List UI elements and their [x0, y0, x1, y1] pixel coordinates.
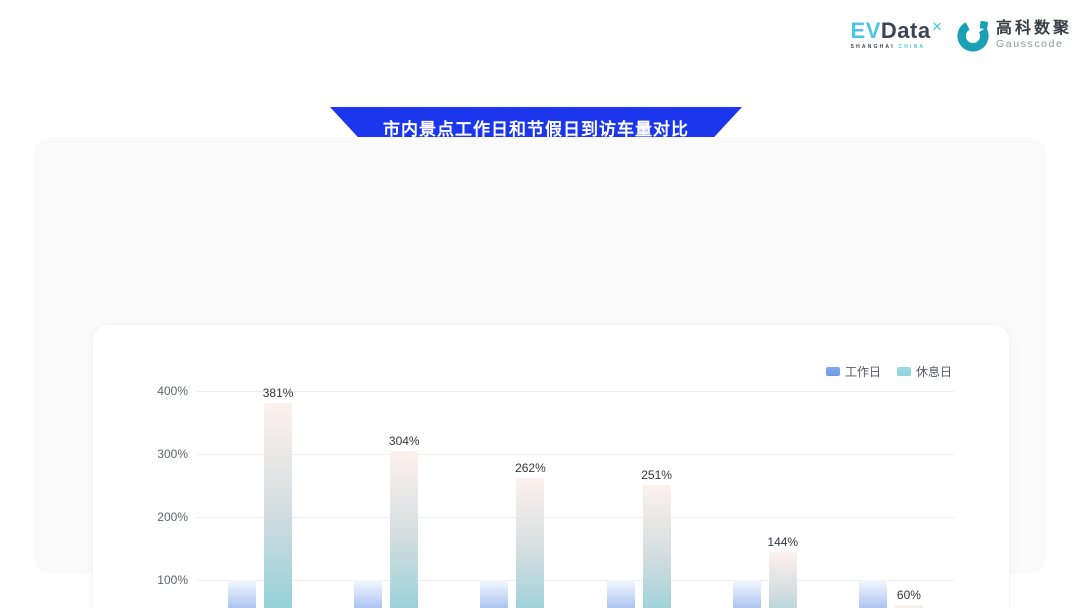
- bar-工作日[interactable]: [859, 580, 887, 608]
- bar-value-label: 304%: [389, 434, 420, 448]
- legend-item-工作日[interactable]: 工作日: [826, 363, 881, 380]
- gausscode-cn-name: 高科数聚: [996, 20, 1072, 38]
- legend-item-休息日[interactable]: 休息日: [897, 363, 952, 380]
- bar-group: 304%上海欢乐谷: [323, 391, 449, 608]
- bar-value-label: 144%: [767, 535, 798, 549]
- bar-group: 381%辰山植物园: [197, 391, 323, 608]
- bar-工作日[interactable]: [607, 580, 635, 608]
- evdata-logo: EVData✕ SHANGHAI CHINA: [851, 20, 942, 50]
- bar-group: 251%上海野生动物园: [576, 391, 702, 608]
- legend-swatch: [826, 367, 840, 376]
- page: EVData✕ SHANGHAI CHINA 高科数聚 Gausscode 市内…: [0, 0, 1080, 608]
- y-axis-tick: 100%: [157, 573, 188, 587]
- legend: 工作日 休息日: [826, 363, 952, 380]
- legend-label: 工作日: [845, 363, 881, 380]
- bar-休息日[interactable]: 262%: [516, 478, 544, 608]
- bar-value-label: 381%: [263, 386, 294, 400]
- bar-group: 144%上海迪士尼度假区: [702, 391, 828, 608]
- evdata-x-icon: ✕: [932, 19, 943, 34]
- bar-value-label: 262%: [515, 461, 546, 475]
- legend-swatch: [897, 367, 911, 376]
- gausscode-en-name: Gausscode: [996, 38, 1072, 50]
- bar-休息日[interactable]: 304%: [390, 451, 418, 608]
- legend-label: 休息日: [916, 363, 952, 380]
- bar-工作日[interactable]: [228, 580, 256, 608]
- bar-groups: 381%辰山植物园304%上海欢乐谷262%广富林251%上海野生动物园144%…: [197, 391, 954, 608]
- bar-group: 60%国家会展中心(上海): [828, 391, 954, 608]
- gausscode-g-icon: [956, 18, 990, 52]
- bar-工作日[interactable]: [354, 580, 382, 608]
- evdata-data-text: Data: [881, 18, 931, 43]
- bar-休息日[interactable]: 381%: [264, 403, 292, 608]
- gausscode-logo: 高科数聚 Gausscode: [956, 18, 1072, 52]
- bar-value-label: 251%: [641, 468, 672, 482]
- bar-休息日[interactable]: 251%: [643, 485, 671, 608]
- evdata-subtext-right: CHINA: [898, 44, 925, 50]
- evdata-subtext-left: SHANGHAI: [851, 44, 895, 50]
- bar-工作日[interactable]: [733, 580, 761, 608]
- gausscode-text: 高科数聚 Gausscode: [996, 20, 1072, 50]
- y-axis-tick: 300%: [157, 447, 188, 461]
- bar-chart: 0%100%200%300%400%381%辰山植物园304%上海欢乐谷262%…: [197, 391, 954, 608]
- evdata-ev-text: EV: [851, 18, 881, 43]
- evdata-subtext: SHANGHAI CHINA: [851, 44, 926, 50]
- bar-value-label: 60%: [897, 588, 921, 602]
- header-logos: EVData✕ SHANGHAI CHINA 高科数聚 Gausscode: [851, 18, 1072, 52]
- y-axis-tick: 200%: [157, 510, 188, 524]
- chart-card: 工作日休息日 0%100%200%300%400%381%辰山植物园304%上海…: [92, 324, 1010, 608]
- y-axis-tick: 400%: [157, 384, 188, 398]
- bar-休息日[interactable]: 144%: [769, 552, 797, 608]
- bar-工作日[interactable]: [480, 580, 508, 608]
- evdata-wordmark: EVData✕: [851, 20, 942, 42]
- chart-panel: 工作日休息日 0%100%200%300%400%381%辰山植物园304%上海…: [33, 137, 1047, 574]
- bar-group: 262%广富林: [449, 391, 575, 608]
